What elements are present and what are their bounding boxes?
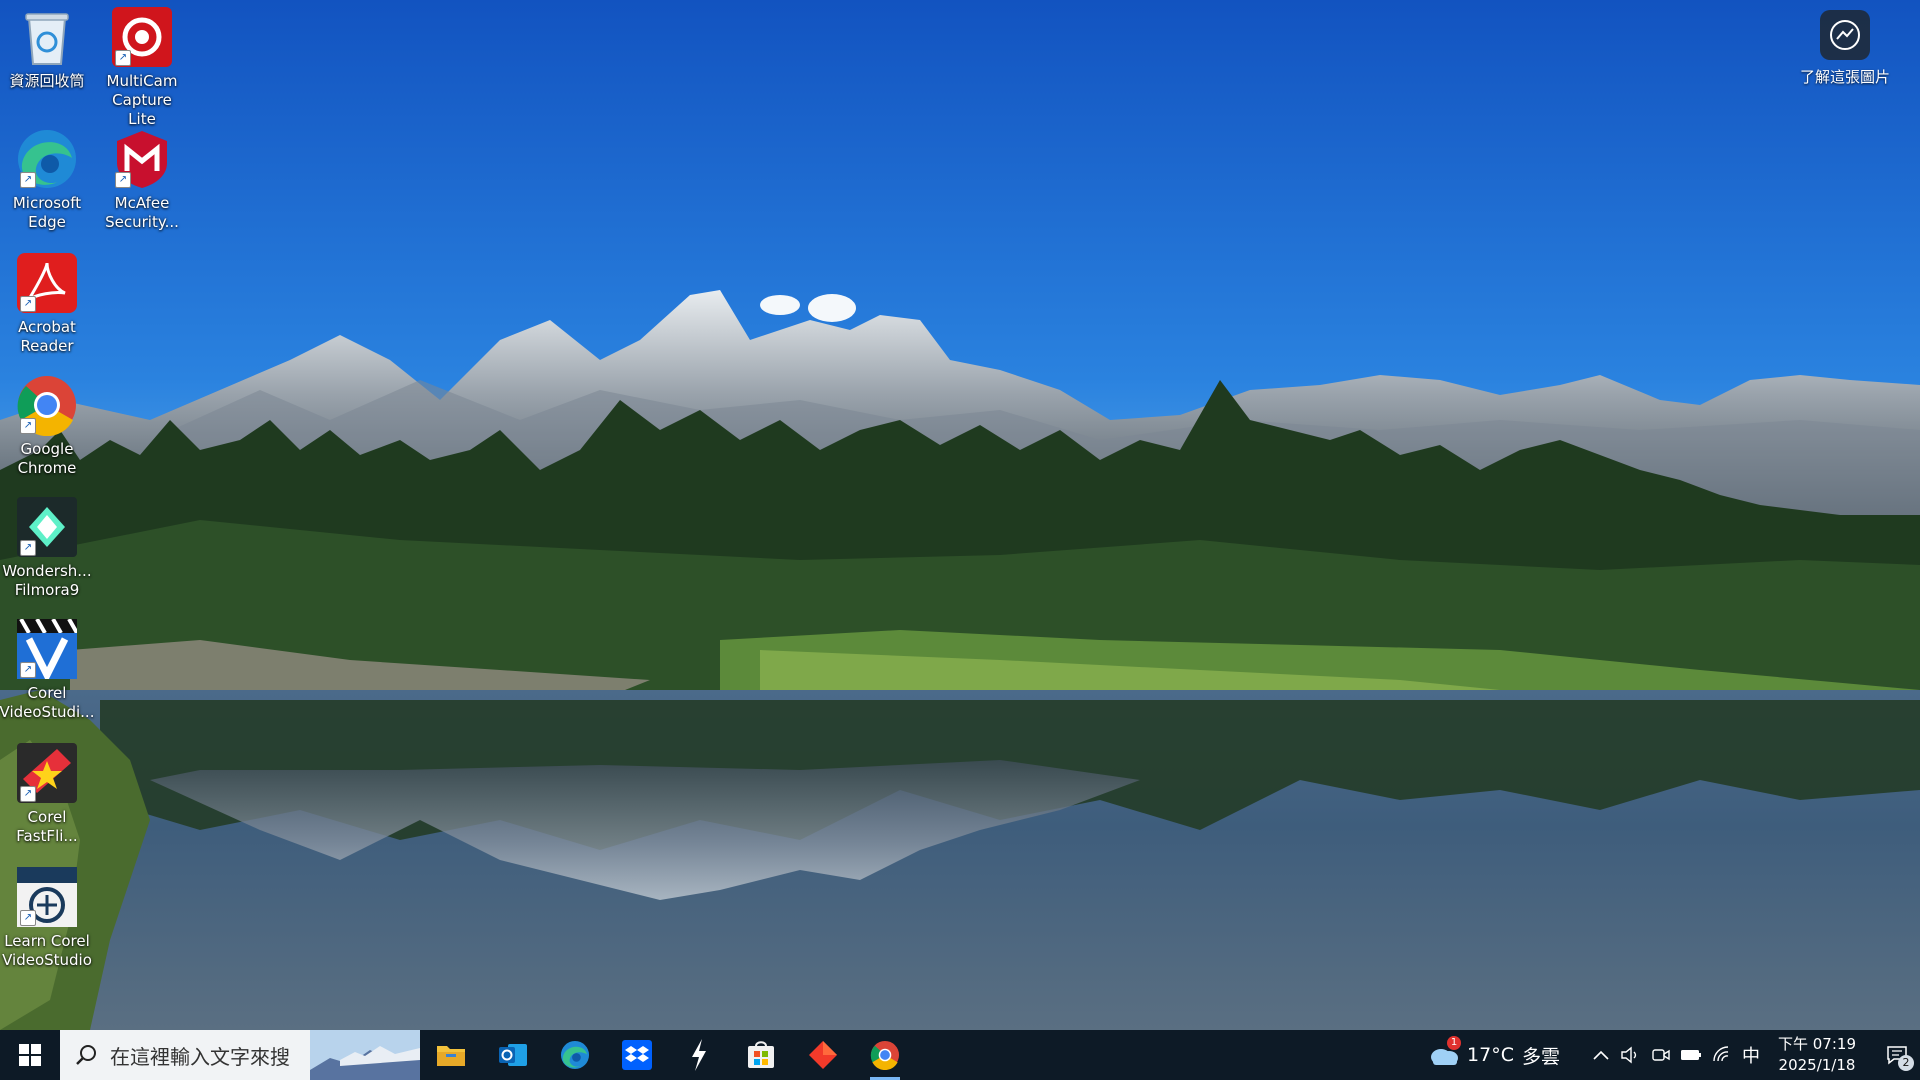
clock[interactable]: 下午 07:19 2025/1/18 (1778, 1034, 1856, 1076)
ime-indicator[interactable]: 中 (1736, 1030, 1766, 1080)
desktop-icon-learn-videostudio[interactable]: ↗ Learn Corel VideoStudio (1, 866, 93, 970)
desktop-icon-acrobat[interactable]: ↗ Acrobat Reader (1, 252, 93, 356)
taskbar-app-chrome[interactable] (854, 1030, 916, 1080)
search-placeholder: 在這裡輸入文字來搜 (110, 1044, 290, 1069)
camera-info-icon (1820, 10, 1870, 60)
desktop-icon-label: 資源回收筒 (9, 72, 85, 90)
notification-center-button[interactable]: 2 (1874, 1030, 1920, 1080)
desktop-icon-mcafee[interactable]: ↗ McAfee Security... (96, 128, 188, 232)
notification-count-badge: 2 (1898, 1055, 1914, 1071)
system-tray: 1 17°C 多雲 中 下午 07:19 2025/1/18 2 (1429, 1030, 1920, 1080)
diamond-icon (809, 1041, 837, 1069)
shortcut-arrow-icon: ↗ (20, 418, 36, 434)
taskbar-search-box[interactable]: 在這裡輸入文字來搜 (60, 1030, 420, 1080)
weather-alert-badge: 1 (1447, 1035, 1462, 1050)
lightning-icon (692, 1039, 706, 1071)
mcafee-icon: ↗ (111, 128, 173, 190)
desktop-icon-edge[interactable]: ↗ Microsoft Edge (1, 128, 93, 232)
desktop-icon-label: Learn Corel VideoStudio (2, 932, 92, 969)
desktop-icon-grid: 資源回收筒 ↗ MultiCam Capture Lite ↗ Microsof… (0, 0, 200, 1020)
taskbar-app-microsoft-store[interactable] (730, 1030, 792, 1080)
chrome-icon: ↗ (16, 374, 78, 436)
desktop: 資源回收筒 ↗ MultiCam Capture Lite ↗ Microsof… (0, 0, 1920, 1080)
clock-time: 下午 07:19 (1778, 1035, 1856, 1053)
shortcut-arrow-icon: ↗ (20, 540, 36, 556)
shortcut-arrow-icon: ↗ (20, 296, 36, 312)
desktop-icon-label: Google Chrome (17, 440, 77, 477)
desktop-icon-label: Corel VideoStudi... (0, 684, 95, 721)
shortcut-arrow-icon: ↗ (20, 172, 36, 188)
shortcut-arrow-icon: ↗ (115, 50, 131, 66)
taskbar: 在這裡輸入文字來搜 1 17°C 多雲 中 下午 07:19 2025/1/18… (0, 1030, 1920, 1080)
desktop-icon-fastflick[interactable]: ↗ Corel FastFli... (1, 742, 93, 846)
edge-icon (560, 1040, 590, 1070)
shortcut-arrow-icon: ↗ (20, 910, 36, 926)
taskbar-app-lightning[interactable] (668, 1030, 730, 1080)
outlook-icon (499, 1044, 527, 1066)
desktop-icon-label: Corel FastFli... (16, 808, 78, 845)
shortcut-arrow-icon: ↗ (20, 786, 36, 802)
shortcut-arrow-icon: ↗ (115, 172, 131, 188)
desktop-icon-chrome[interactable]: ↗ Google Chrome (1, 374, 93, 478)
multicam-icon: ↗ (111, 6, 173, 68)
meet-now-icon[interactable] (1646, 1030, 1676, 1080)
windows-logo-icon (19, 1044, 41, 1066)
desktop-icon-label: MultiCam Capture Lite (106, 72, 178, 128)
chrome-icon (870, 1040, 900, 1070)
taskbar-app-edge[interactable] (544, 1030, 606, 1080)
taskbar-app-file-explorer[interactable] (420, 1030, 482, 1080)
taskbar-app-diamond[interactable] (792, 1030, 854, 1080)
desktop-icon-filmora[interactable]: ↗ Wondersh... Filmora9 (1, 496, 93, 600)
dropbox-icon (622, 1040, 652, 1070)
desktop-icon-label: Acrobat Reader (18, 318, 76, 355)
edge-icon: ↗ (16, 128, 78, 190)
filmora-icon: ↗ (16, 496, 78, 558)
desktop-icon-label: Microsoft Edge (12, 194, 82, 231)
desktop-icon-multicam[interactable]: ↗ MultiCam Capture Lite (96, 6, 188, 129)
search-highlight-art (310, 1030, 420, 1080)
learn-about-picture[interactable]: 了解這張圖片 (1790, 10, 1900, 87)
desktop-icon-label: Wondersh... Filmora9 (2, 562, 92, 599)
show-hidden-icons-chevron-up-icon[interactable] (1586, 1030, 1616, 1080)
folder-icon (437, 1046, 465, 1066)
desktop-icon-recycle-bin[interactable]: 資源回收筒 (1, 6, 93, 91)
taskbar-app-dropbox[interactable] (606, 1030, 668, 1080)
wallpaper-image (0, 0, 1920, 1080)
clock-date: 2025/1/18 (1778, 1056, 1856, 1074)
search-icon (76, 1045, 96, 1065)
videostudio-icon: ↗ (16, 618, 78, 680)
taskbar-app-outlook[interactable] (482, 1030, 544, 1080)
start-button[interactable] (0, 1030, 60, 1080)
desktop-icon-label: McAfee Security... (105, 194, 179, 231)
weather-condition: 多雲 (1521, 1045, 1560, 1068)
weather-temp: 17°C (1467, 1044, 1514, 1066)
acrobat-icon: ↗ (16, 252, 78, 314)
weather-widget[interactable]: 1 17°C 多雲 (1429, 1035, 1560, 1069)
wifi-icon[interactable] (1706, 1030, 1736, 1080)
shortcut-arrow-icon: ↗ (20, 662, 36, 678)
recycle-bin-icon (16, 6, 78, 68)
learn-about-picture-label: 了解這張圖片 (1799, 68, 1890, 86)
fastflick-icon: ↗ (16, 742, 78, 804)
battery-icon[interactable] (1676, 1030, 1706, 1080)
store-icon (748, 1041, 774, 1068)
volume-icon[interactable] (1616, 1030, 1646, 1080)
learn-videostudio-icon: ↗ (16, 866, 78, 928)
desktop-icon-videostudio[interactable]: ↗ Corel VideoStudi... (0, 618, 95, 722)
